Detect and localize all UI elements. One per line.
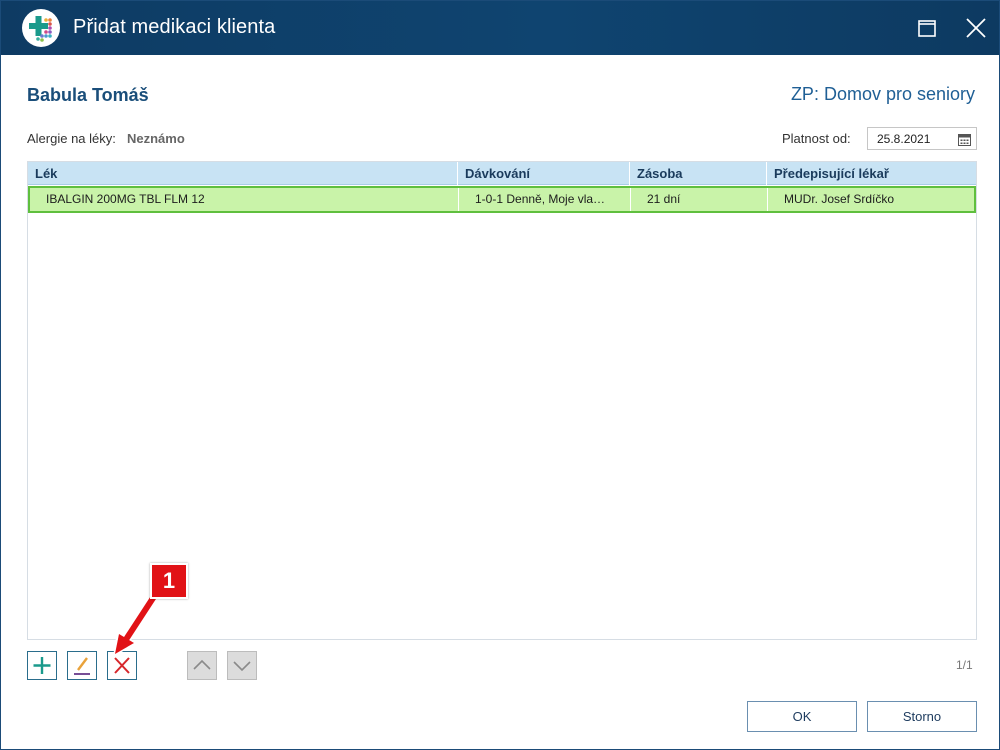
close-button[interactable] — [961, 13, 991, 43]
edit-button[interactable] — [67, 651, 97, 680]
validity-label: Platnost od: — [782, 131, 851, 146]
cell-lek: IBALGIN 200MG TBL FLM 12 — [30, 188, 459, 211]
column-header-davkovani[interactable]: Dávkování — [458, 162, 630, 185]
move-down-button[interactable] — [227, 651, 257, 680]
client-name: Babula Tomáš — [27, 85, 149, 105]
column-header-lek[interactable]: Lék — [28, 162, 458, 185]
app-logo-icon — [22, 9, 60, 47]
maximize-button[interactable] — [912, 13, 942, 43]
table-row[interactable]: IBALGIN 200MG TBL FLM 12 1-0-1 Denně, Mo… — [28, 186, 976, 213]
add-button[interactable] — [27, 651, 57, 680]
ok-button[interactable]: OK — [747, 701, 857, 732]
maximize-icon — [918, 20, 936, 37]
dialog-window: Přidat medikaci klienta Babula Tomáš ZP:… — [0, 0, 1000, 750]
chevron-down-icon — [233, 661, 251, 672]
cancel-button[interactable]: Storno — [867, 701, 977, 732]
allergy-value: Neznámo — [127, 131, 185, 146]
move-up-button[interactable] — [187, 651, 217, 680]
cell-lekar: MUDr. Josef Srdíčko — [784, 192, 895, 206]
calendar-icon[interactable] — [958, 133, 971, 146]
cell-zasoba: 21 dní — [631, 188, 768, 211]
validity-date-field[interactable]: 25.8.2021 — [867, 127, 977, 150]
column-header-lekar[interactable]: Předepisující lékař — [767, 162, 976, 185]
close-icon — [966, 18, 986, 38]
title-bar: Přidat medikaci klienta — [1, 1, 999, 55]
window-title: Přidat medikaci klienta — [73, 16, 276, 38]
grid-header: Lék Dávkování Zásoba Předepisující lékař — [28, 162, 976, 185]
pencil-icon — [74, 657, 90, 675]
page-indicator: 1/1 — [956, 658, 973, 672]
cell-davkovani: 1-0-1 Denně, Moje vla… — [459, 188, 631, 211]
zp-label: ZP: Domov pro seniory — [790, 84, 975, 104]
plus-icon — [33, 657, 51, 674]
callout-arrow-icon — [113, 591, 160, 657]
column-header-zasoba[interactable]: Zásoba — [630, 162, 767, 185]
chevron-up-icon — [193, 659, 211, 670]
validity-date-value: 25.8.2021 — [877, 132, 931, 146]
allergy-label: Alergie na léky: — [27, 131, 116, 146]
callout-badge: 1 — [150, 563, 188, 599]
